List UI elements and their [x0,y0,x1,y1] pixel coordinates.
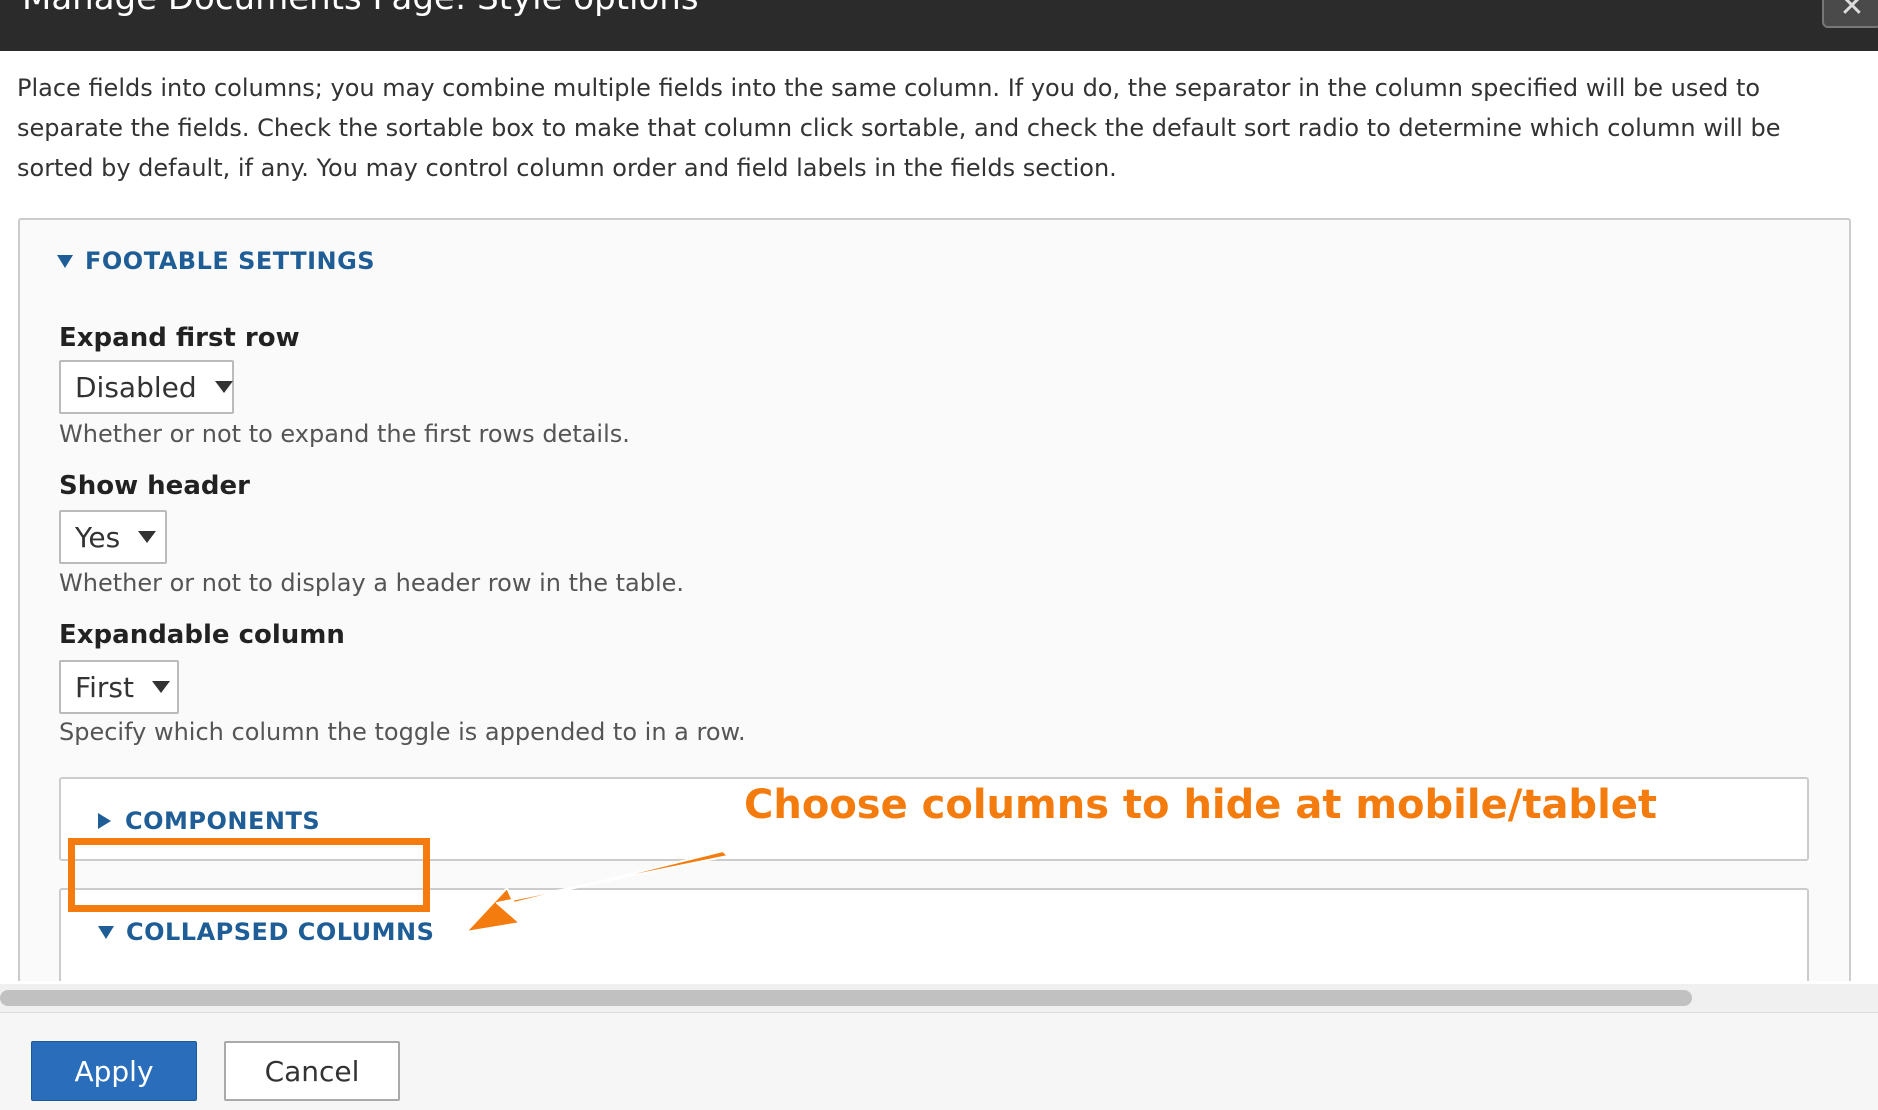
annotation-callout: Choose columns to hide at mobile/tablet [744,782,1658,828]
triangle-down-icon [57,254,73,268]
show-header-value: Yes [75,520,121,554]
caret-down-icon [138,531,157,543]
annotation-highlight-box [68,838,430,912]
apply-button[interactable]: Apply [31,1041,197,1101]
expandable-column-label: Expandable column [59,620,345,650]
dialog-titlebar: Manage Documents Page: Style options ✕ [0,0,1878,51]
components-toggle[interactable]: COMPONENTS [98,807,320,835]
footable-settings-legend: FOOTABLE SETTINGS [85,247,376,275]
cancel-button[interactable]: Cancel [224,1041,400,1101]
expand-first-row-label: Expand first row [59,323,300,353]
expand-first-row-select[interactable]: Disabled [59,360,234,414]
expand-first-row-value: Disabled [75,370,197,404]
close-icon[interactable]: ✕ [1822,0,1878,28]
dialog-title: Manage Documents Page: Style options [22,0,699,18]
expandable-column-value: First [75,670,134,704]
caret-down-icon [151,681,170,693]
expandable-column-description: Specify which column the toggle is appen… [59,718,746,746]
show-header-select[interactable]: Yes [59,510,167,564]
triangle-right-icon [98,813,111,829]
footable-settings-toggle[interactable]: FOOTABLE SETTINGS [57,247,375,275]
show-header-label: Show header [59,471,250,501]
components-legend: COMPONENTS [125,807,321,835]
collapsed-columns-toggle[interactable]: COLLAPSED COLUMNS [98,918,434,946]
show-header-description: Whether or not to display a header row i… [59,569,685,597]
intro-text: Place fields into columns; you may combi… [17,74,1781,182]
horizontal-scrollbar-thumb[interactable] [0,990,1692,1006]
collapsed-columns-legend: COLLAPSED COLUMNS [126,918,435,946]
expand-first-row-description: Whether or not to expand the first rows … [59,420,630,448]
expandable-column-select[interactable]: First [59,660,179,714]
caret-down-icon [214,381,233,393]
triangle-down-icon [98,925,114,939]
